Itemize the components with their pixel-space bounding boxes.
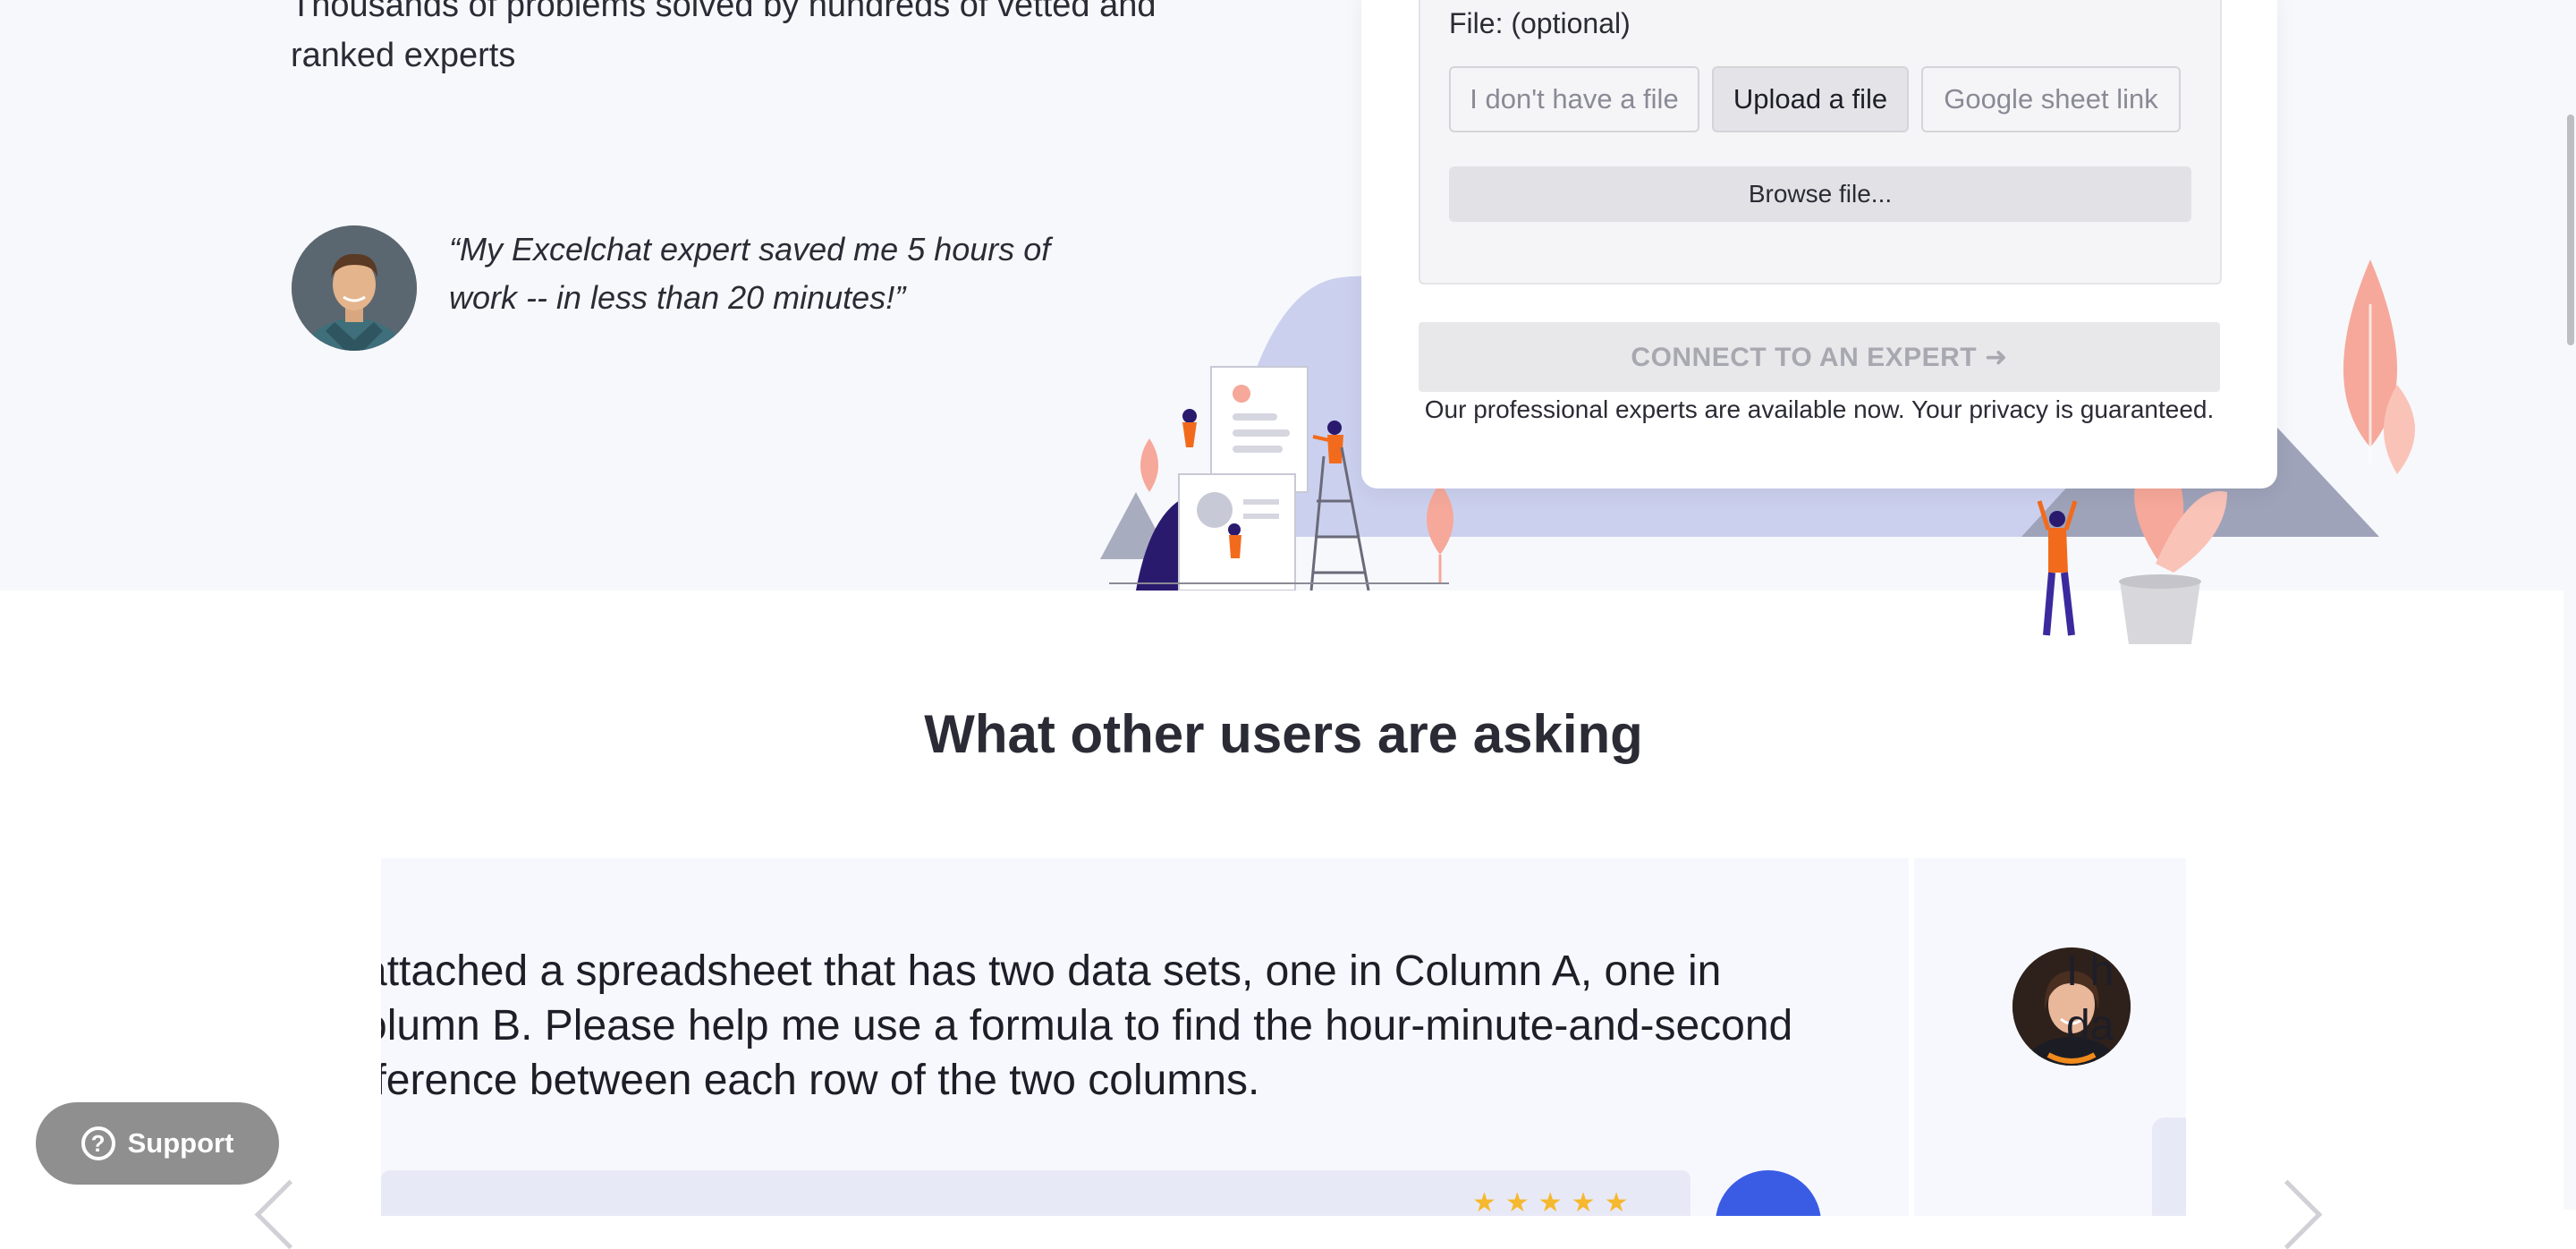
carousel-prev-arrow-icon[interactable] [254,1179,325,1249]
scrollbar-thumb[interactable] [2567,115,2574,345]
expert-request-form: File: (optional) I don't have a file Upl… [1361,0,2277,489]
browse-file-button[interactable]: Browse file... [1449,166,2191,222]
carousel-next-arrow-icon[interactable] [2252,1179,2323,1249]
rating-stars: ★★★★★ [1472,1188,1638,1216]
google-sheet-link-option[interactable]: Google sheet link [1921,66,2181,132]
file-upload-panel: File: (optional) I don't have a file Upl… [1419,0,2222,285]
privacy-note: Our professional experts are available n… [1424,395,2215,423]
file-label: File: (optional) [1449,7,1631,39]
testimonial-quote: “My Excelchat expert saved me 5 hours of… [449,231,1051,316]
question-text-line: da [2066,1002,2114,1049]
question-card[interactable]: attached a spreadsheet that has two data… [381,858,1909,1216]
question-text: attached a spreadsheet that has two data… [381,947,1793,1104]
question-circle-icon: ? [80,1126,115,1160]
hero-subtitle: Thousands of problems solved by hundreds… [291,0,1157,74]
no-file-option[interactable]: I don't have a file [1449,66,1699,132]
question-card[interactable]: I h da [1914,858,2186,1216]
section-title: What other users are asking [924,704,1643,764]
upload-file-option[interactable]: Upload a file [1712,66,1909,132]
question-text-line: I h [2066,947,2114,995]
connect-expert-button[interactable]: CONNECT TO AN EXPERT ➜ [1419,322,2220,392]
expert-avatar [1716,1170,1821,1216]
answer-preview [2152,1117,2186,1216]
testimonial-avatar [292,225,417,351]
support-button[interactable]: ? Support [36,1102,279,1185]
support-label: Support [127,1127,234,1159]
questions-carousel: attached a spreadsheet that has two data… [381,858,2186,1216]
